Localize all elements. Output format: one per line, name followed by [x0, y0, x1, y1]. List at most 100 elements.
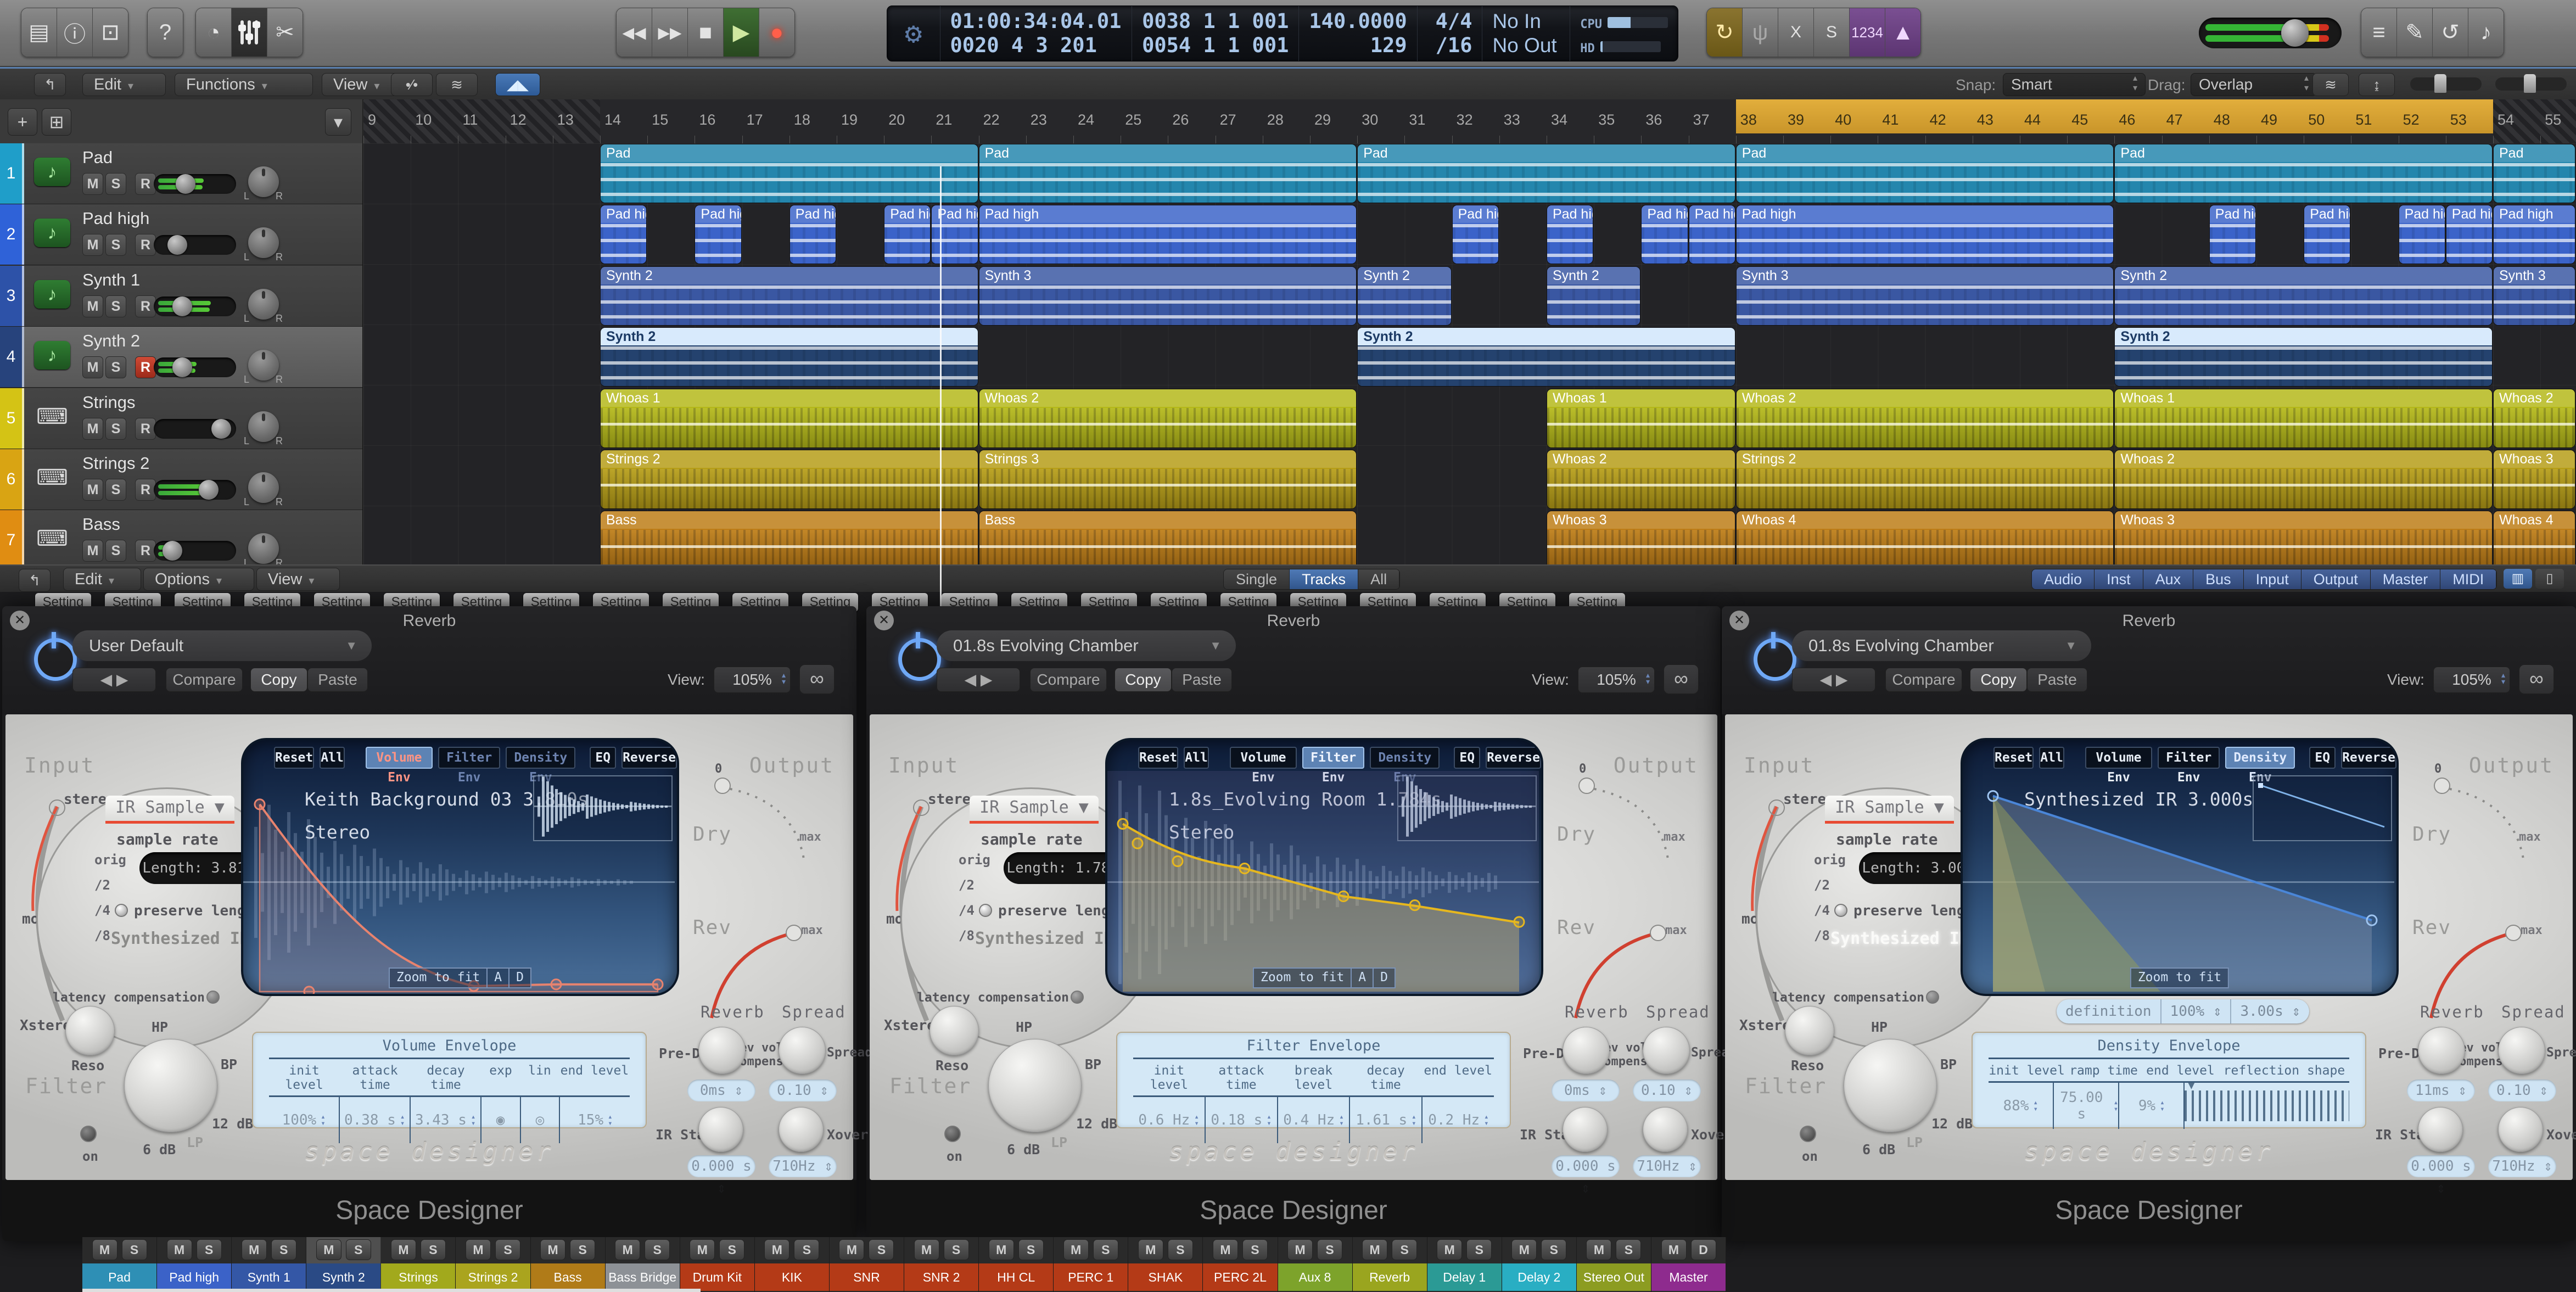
- value-ramp-time[interactable]: 75.00 s ▴ ▾: [2052, 1083, 2118, 1129]
- latency-compensation-led[interactable]: [1071, 991, 1084, 1004]
- tab-reverse[interactable]: Reverse: [621, 747, 677, 769]
- link-icon[interactable]: ∞: [2519, 664, 2554, 694]
- filter-bus[interactable]: Bus: [2193, 569, 2244, 589]
- channel-s-button[interactable]: S: [1093, 1239, 1118, 1260]
- tab-density-env[interactable]: Density Env: [506, 747, 576, 785]
- arrange-area[interactable]: PadPadPadPadPadPadPad highPad highPad hi…: [363, 143, 2576, 572]
- pre-dly-knob[interactable]: [1563, 1027, 1610, 1074]
- region-synth-2[interactable]: Synth 2: [601, 266, 978, 325]
- channel-synth-2[interactable]: M S Synth 2: [306, 1237, 382, 1292]
- region-synth-2[interactable]: Synth 2: [1358, 328, 1735, 387]
- xover-value[interactable]: 710Hz ⇕: [2488, 1155, 2556, 1177]
- tab-reset[interactable]: Reset: [1993, 747, 2034, 769]
- channel-m-button[interactable]: M: [466, 1239, 491, 1260]
- zoom-d-button[interactable]: D: [508, 969, 530, 987]
- track-r-button[interactable]: R: [135, 540, 156, 562]
- mixer-back-arrow-icon[interactable]: ↰: [19, 569, 51, 592]
- value-reflection-shape[interactable]: [2183, 1078, 2350, 1129]
- definition-time[interactable]: 3.00s ⇕: [2231, 999, 2309, 1023]
- viewmode-tracks[interactable]: Tracks: [1290, 569, 1359, 589]
- bar-ruler[interactable]: 9 10 11 12 13 14 15 16 17 18 19 20 21 22 23 24 25 26 27 28 2…: [363, 99, 2576, 144]
- region-whoas-1[interactable]: Whoas 1: [601, 389, 978, 448]
- channel-delay-1[interactable]: M S Delay 1: [1427, 1237, 1502, 1292]
- definition-percent[interactable]: 100% ⇕: [2161, 999, 2232, 1023]
- preset-prev-next[interactable]: ◀ ▶: [937, 668, 1020, 692]
- channel-s-button[interactable]: S: [943, 1239, 969, 1260]
- region-whoas-1[interactable]: Whoas 1: [2115, 389, 2492, 448]
- zoom-to-fit-label[interactable]: Zoom to fit: [390, 969, 486, 987]
- pre-dly-knob[interactable]: [698, 1027, 746, 1074]
- power-icon[interactable]: [1754, 632, 1796, 681]
- channel-s-button[interactable]: S: [1616, 1239, 1642, 1260]
- region-synth-2[interactable]: Synth 2: [2115, 266, 2492, 325]
- region-pad-high[interactable]: Pad high: [932, 205, 978, 264]
- region-pad-high[interactable]: Pad high: [2399, 205, 2445, 264]
- ir-start-value[interactable]: 0.000 s ⇕: [2407, 1155, 2475, 1196]
- track-s-button[interactable]: S: [105, 295, 126, 317]
- track-pan-knob[interactable]: [248, 533, 279, 564]
- channel-s-button[interactable]: S: [1242, 1239, 1268, 1260]
- ir-start-value[interactable]: 0.000 s ⇕: [1552, 1155, 1620, 1196]
- value-end-level[interactable]: 15% ▴ ▾: [559, 1097, 630, 1143]
- space-designer-window-1[interactable]: ✕ Reverb User Default ▼ ◀ ▶ Compare Copy Paste V…: [2, 606, 872, 1241]
- channel-bass[interactable]: M S Bass: [530, 1237, 606, 1292]
- region-pad[interactable]: Pad: [1736, 144, 2114, 203]
- pre-dly-value[interactable]: 0ms ⇕: [687, 1080, 755, 1101]
- rate-tick-3[interactable]: /8: [1814, 928, 1830, 943]
- master-volume-slider[interactable]: [2199, 18, 2342, 48]
- channel-m-button[interactable]: M: [1362, 1239, 1388, 1260]
- track-volume-slider[interactable]: [154, 296, 236, 316]
- region-whoas-2[interactable]: Whoas 2: [1547, 450, 1735, 508]
- mixer-icon[interactable]: [232, 8, 267, 57]
- viewmode-all[interactable]: All: [1358, 569, 1400, 589]
- preserve-length-led[interactable]: [979, 904, 992, 917]
- filter-audio[interactable]: Audio: [2032, 569, 2095, 589]
- tab-eq[interactable]: EQ: [2309, 747, 2336, 769]
- record-button[interactable]: ●: [759, 8, 794, 57]
- channel-m-button[interactable]: M: [1212, 1239, 1238, 1260]
- value-init-level[interactable]: 88% ▴ ▾: [1989, 1083, 2053, 1129]
- channel-d-button[interactable]: D: [1690, 1239, 1716, 1260]
- channel-s-button[interactable]: S: [1317, 1239, 1343, 1260]
- channel-strings-2[interactable]: M S Strings 2: [456, 1237, 531, 1292]
- value-decay-time[interactable]: 1.61 s ▴ ▾: [1349, 1097, 1421, 1143]
- region-pad[interactable]: Pad: [2115, 144, 2492, 203]
- ir-start-knob[interactable]: [1563, 1107, 1608, 1152]
- track-pan-knob[interactable]: [248, 411, 279, 442]
- channel-bass-bridge[interactable]: M S Bass Bridge: [605, 1237, 680, 1292]
- tab-reset[interactable]: Reset: [1138, 747, 1179, 769]
- region-synth-3[interactable]: Synth 3: [2494, 266, 2575, 325]
- rate-tick-2[interactable]: /4: [1814, 903, 1830, 918]
- channel-s-button[interactable]: S: [420, 1239, 446, 1260]
- track-header-synth-2[interactable]: 4 ♪ Synth 2MSRLR: [0, 327, 362, 388]
- tab-filter-env[interactable]: Filter Env: [1302, 747, 1365, 785]
- value-decay-time[interactable]: 3.43 s ▴ ▾: [409, 1097, 480, 1143]
- pre-dly-value[interactable]: 0ms ⇕: [1552, 1080, 1620, 1101]
- region-synth-2[interactable]: Synth 2: [1547, 266, 1640, 325]
- spread-value[interactable]: 0.10 ⇕: [1633, 1080, 1701, 1101]
- tab-density-env[interactable]: Density Env: [2225, 747, 2295, 785]
- region-whoas-3[interactable]: Whoas 3: [1547, 511, 1735, 570]
- count-in-icon[interactable]: 1234: [1850, 8, 1885, 57]
- zoom-to-fit-label[interactable]: Zoom to fit: [1254, 969, 1351, 987]
- spread-value[interactable]: 0.10 ⇕: [2488, 1080, 2556, 1101]
- catch-playhead-icon[interactable]: ◢◣: [495, 73, 540, 96]
- channel-m-button[interactable]: M: [1586, 1239, 1612, 1260]
- track-s-button[interactable]: S: [105, 417, 126, 440]
- automation-icon[interactable]: •⁄•: [391, 73, 433, 96]
- region-pad-high[interactable]: Pad high: [1689, 205, 1735, 264]
- rate-tick-2[interactable]: /4: [959, 903, 975, 918]
- tools-icon[interactable]: ✂: [267, 8, 303, 57]
- preset-prev-next[interactable]: ◀ ▶: [1792, 668, 1875, 692]
- region-strings-3[interactable]: Strings 3: [979, 450, 1357, 508]
- track-m-button[interactable]: M: [82, 234, 103, 256]
- compare-button[interactable]: Compare: [166, 668, 243, 692]
- track-header-strings-2[interactable]: 6 ⌨ Strings 2MSRLR: [0, 449, 362, 510]
- filter-output[interactable]: Output: [2301, 569, 2371, 589]
- track-header-bass[interactable]: 7 ⌨ Bass M S R L R: [0, 510, 362, 572]
- rate-tick-3[interactable]: /8: [959, 928, 975, 943]
- channel-hh-cl[interactable]: M S HH CL: [979, 1237, 1054, 1292]
- channel-s-button[interactable]: S: [1466, 1239, 1492, 1260]
- rewind-button[interactable]: ◀◀: [617, 8, 652, 57]
- synthesized-ir-button[interactable]: Synthesized IR: [111, 929, 250, 948]
